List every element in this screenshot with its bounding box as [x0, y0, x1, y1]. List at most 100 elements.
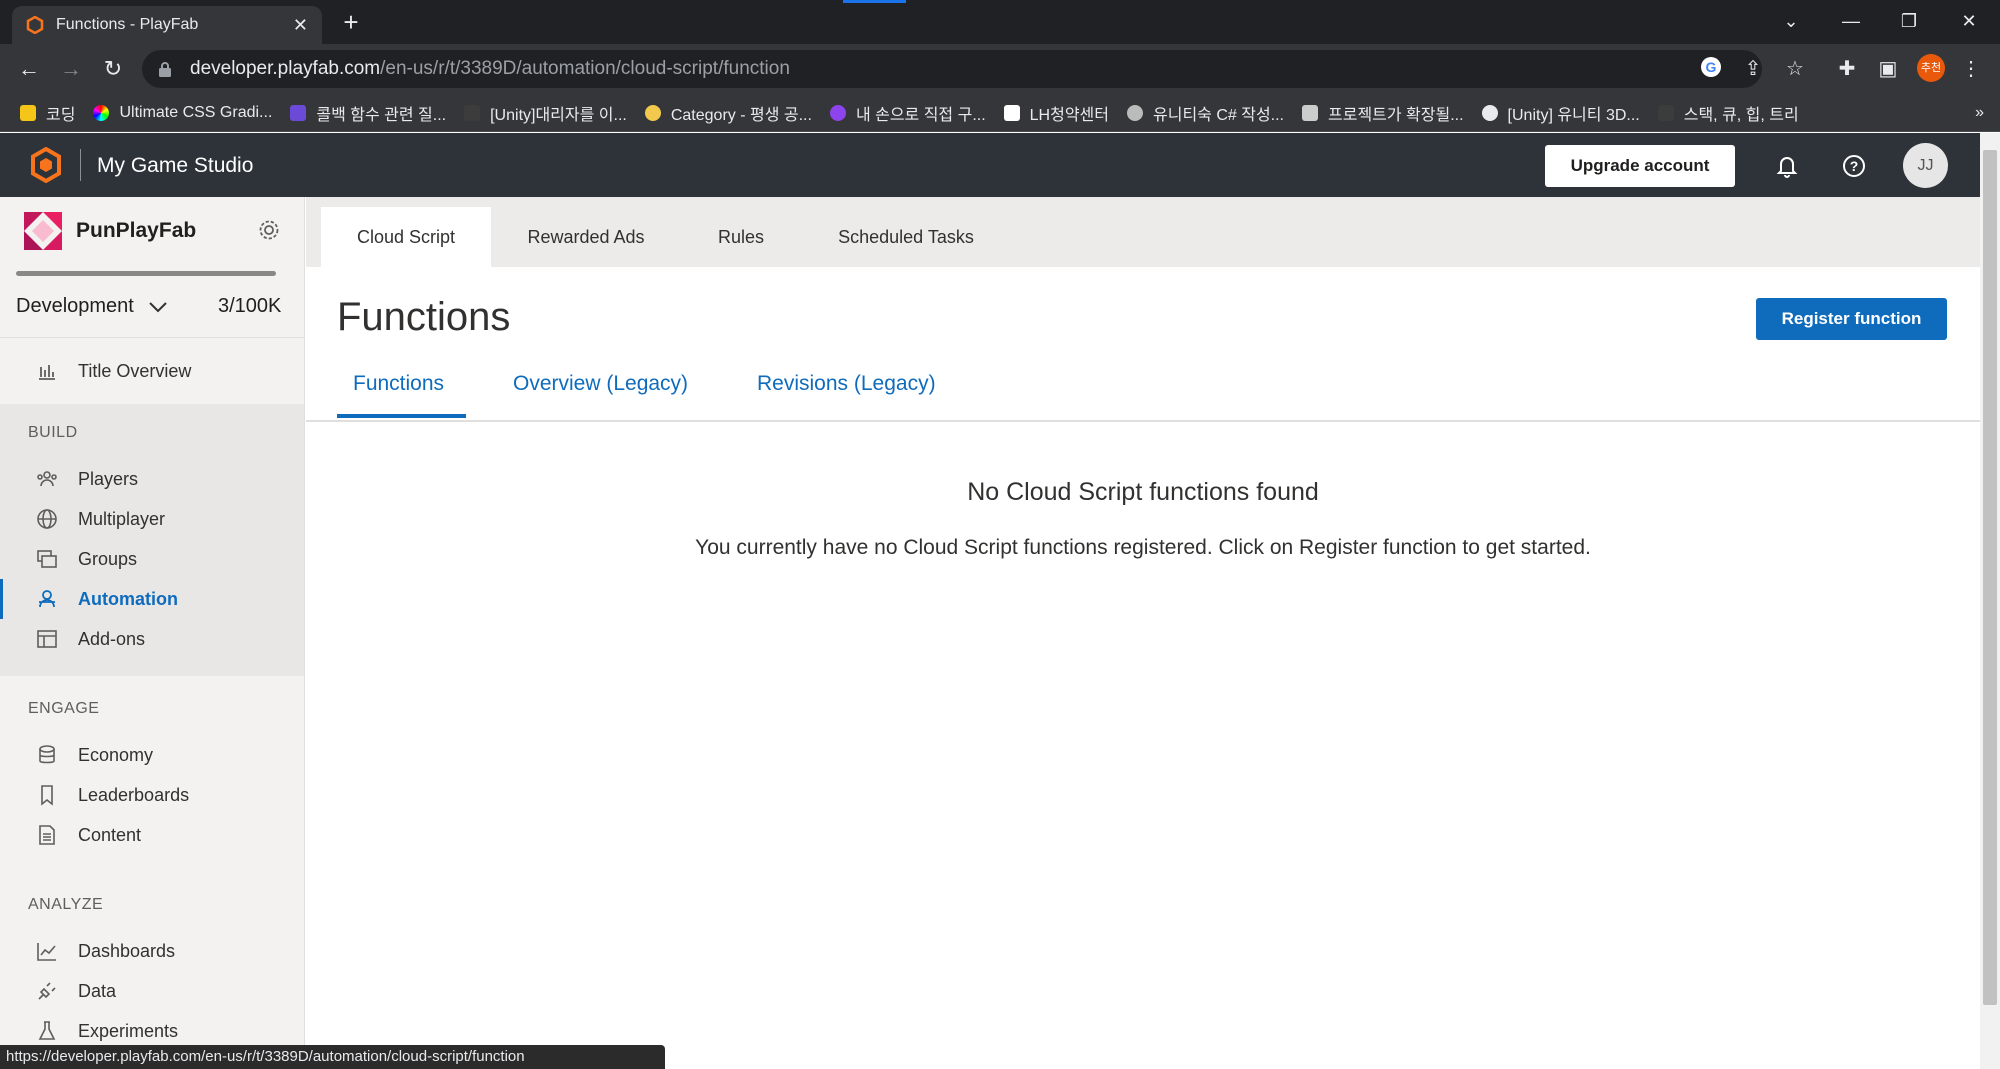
- sidebar-item-title-overview[interactable]: Title Overview: [0, 351, 304, 391]
- upgrade-account-button[interactable]: Upgrade account: [1545, 145, 1735, 187]
- title-logo-icon: [24, 212, 62, 250]
- tab-cloud-script[interactable]: Cloud Script: [321, 207, 491, 267]
- bookmark-item[interactable]: LH청약센터: [1003, 101, 1109, 125]
- bookmark-favicon-icon: [829, 104, 846, 121]
- flask-icon: [38, 1021, 56, 1040]
- sidebar-item-groups[interactable]: Groups: [0, 539, 304, 579]
- coins-icon: [39, 745, 55, 764]
- bookmark-item[interactable]: 콜백 함수 관련 질...: [290, 101, 446, 125]
- section-label-build: BUILD: [28, 424, 78, 441]
- extensions-icon[interactable]: ✚: [1834, 56, 1860, 82]
- address-bar[interactable]: developer.playfab.com/en-us/r/t/3389D/au…: [142, 50, 1762, 88]
- title-progress-bar: [16, 271, 276, 276]
- svg-text:G: G: [1706, 59, 1717, 75]
- globe-favicon-icon: [1127, 104, 1143, 121]
- bookmark-item[interactable]: 유니티숙 C# 작성...: [1127, 101, 1284, 125]
- lock-icon: [159, 62, 171, 77]
- bookmark-icon: [41, 785, 53, 806]
- sidebar-item-add-ons[interactable]: Add-ons: [0, 619, 304, 659]
- gear-icon[interactable]: [258, 219, 280, 241]
- playfab-favicon-icon: [26, 16, 44, 34]
- bookmark-item[interactable]: 프로젝트가 확장될...: [1302, 101, 1464, 125]
- bell-icon[interactable]: [1775, 153, 1799, 179]
- sidebar-item-data[interactable]: Data: [0, 971, 304, 1011]
- tab-scheduled-tasks[interactable]: Scheduled Tasks: [806, 207, 1006, 267]
- sidebar-item-dashboards[interactable]: Dashboards: [0, 931, 304, 971]
- browser-tab-strip: Functions - PlayFab ✕ + ⌄ — ❐ ✕: [0, 0, 2000, 44]
- bar-chart-icon: [39, 365, 55, 380]
- bookmark-item[interactable]: 코딩: [20, 101, 75, 125]
- browser-tab[interactable]: Functions - PlayFab ✕: [12, 6, 322, 44]
- environment-dropdown[interactable]: Development: [16, 295, 168, 318]
- profile-avatar[interactable]: 추천: [1917, 54, 1945, 82]
- tab-search-icon[interactable]: ⌄: [1776, 8, 1806, 34]
- subtab-revisions-legacy[interactable]: Revisions (Legacy): [757, 372, 936, 396]
- more-menu-icon[interactable]: ⋮: [1958, 56, 1984, 82]
- svg-text:?: ?: [1850, 158, 1859, 174]
- section-label-analyze: ANALYZE: [28, 896, 104, 913]
- bookmark-item[interactable]: [Unity] 유니티 3D...: [1481, 101, 1640, 125]
- subtab-active-indicator: [337, 414, 466, 418]
- studio-name[interactable]: My Game Studio: [97, 154, 253, 178]
- players-icon: [37, 471, 57, 487]
- usage-count: 3/100K: [218, 295, 282, 317]
- help-icon[interactable]: ?: [1842, 154, 1866, 178]
- scrollbar-thumb[interactable]: [1983, 150, 1997, 1005]
- header-divider: [80, 149, 81, 181]
- bookmark-favicon-icon: [1481, 104, 1498, 121]
- back-icon[interactable]: ←: [16, 56, 42, 82]
- restore-icon[interactable]: ❐: [1894, 8, 1924, 34]
- browser-tab-title: Functions - PlayFab: [56, 16, 199, 33]
- sidebar-item-leaderboards[interactable]: Leaderboards: [0, 775, 304, 815]
- subtab-overview-legacy[interactable]: Overview (Legacy): [513, 372, 688, 396]
- bookmark-favicon-icon: [644, 104, 661, 121]
- chevron-down-icon: [149, 301, 167, 312]
- url-host: developer.playfab.com: [190, 58, 381, 79]
- bookmarks-more-icon[interactable]: »: [1975, 104, 1984, 122]
- sidebar-item-automation[interactable]: Automation: [0, 579, 304, 619]
- subtab-functions[interactable]: Functions: [353, 372, 444, 396]
- tab-rewarded-ads[interactable]: Rewarded Ads: [496, 207, 676, 267]
- bookmark-favicon-icon: [1003, 104, 1020, 121]
- add-ons-icon: [37, 630, 57, 648]
- globe-icon: [37, 509, 57, 529]
- gradient-favicon-icon: [93, 104, 110, 121]
- google-icon[interactable]: G: [1700, 56, 1726, 82]
- groups-icon: [37, 550, 57, 568]
- new-tab-button[interactable]: +: [336, 8, 366, 38]
- close-tab-icon[interactable]: ✕: [293, 15, 308, 36]
- sidebar-item-players[interactable]: Players: [0, 459, 304, 499]
- reload-icon[interactable]: ↻: [100, 56, 126, 82]
- document-icon: [39, 825, 55, 845]
- subtab-divider: [306, 420, 1980, 422]
- user-avatar[interactable]: JJ: [1903, 143, 1948, 188]
- automation-icon: [39, 590, 55, 608]
- empty-state-message: You currently have no Cloud Script funct…: [695, 536, 1591, 559]
- loading-indicator: [843, 0, 906, 3]
- bookmark-item[interactable]: 스택, 큐, 힙, 트리: [1657, 101, 1799, 125]
- close-window-icon[interactable]: ✕: [1954, 8, 1984, 34]
- bookmark-item[interactable]: 내 손으로 직접 구...: [829, 101, 986, 125]
- bookmark-item[interactable]: Category - 평생 공...: [644, 101, 812, 125]
- automation-tabs: Cloud Script Rewarded Ads Rules Schedule…: [306, 197, 1980, 267]
- sidebar-item-economy[interactable]: Economy: [0, 735, 304, 775]
- bookmark-item[interactable]: [Unity]대리자를 이...: [464, 101, 627, 125]
- sidebar-item-multiplayer[interactable]: Multiplayer: [0, 499, 304, 539]
- bookmark-item[interactable]: Ultimate CSS Gradi...: [93, 104, 272, 122]
- title-name[interactable]: PunPlayFab: [76, 219, 196, 243]
- section-label-engage: ENGAGE: [28, 700, 100, 717]
- page-title: Functions: [337, 295, 511, 339]
- share-icon[interactable]: ⇪: [1740, 56, 1766, 82]
- sidebar-item-content[interactable]: Content: [0, 815, 304, 855]
- folder-icon: [20, 104, 36, 121]
- playfab-logo-icon[interactable]: [30, 147, 62, 183]
- sidebar: PunPlayFab Development 3/100K Title Over…: [0, 197, 305, 1069]
- bookmark-star-icon[interactable]: ☆: [1782, 56, 1808, 82]
- register-function-button[interactable]: Register function: [1756, 298, 1947, 340]
- unity-favicon-icon: [1302, 104, 1318, 121]
- forward-icon[interactable]: →: [58, 56, 84, 82]
- minimize-icon[interactable]: —: [1836, 8, 1866, 34]
- tab-rules[interactable]: Rules: [686, 207, 796, 267]
- side-panel-icon[interactable]: ▣: [1875, 56, 1901, 82]
- dashboard-icon: [37, 943, 56, 961]
